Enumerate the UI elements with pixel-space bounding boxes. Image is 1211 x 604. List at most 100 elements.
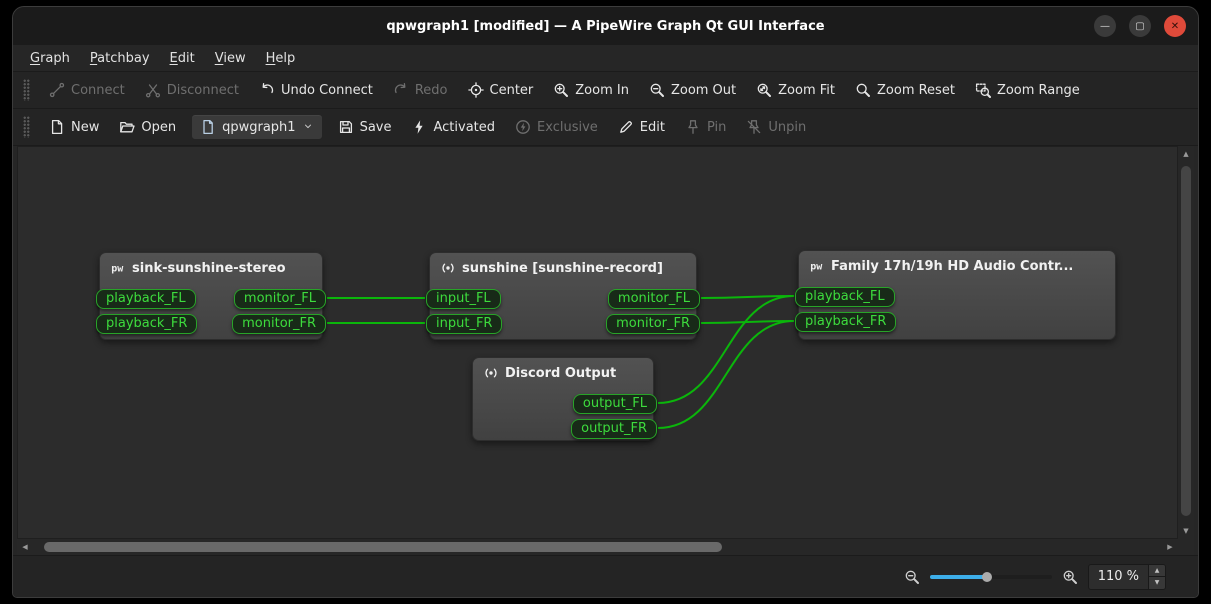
port-playback-fr[interactable]: playback_FR — [96, 314, 197, 334]
audio-app-icon — [440, 260, 456, 276]
port-output-fl[interactable]: output_FL — [573, 394, 657, 414]
button-label: Disconnect — [167, 83, 239, 98]
connect-icon — [49, 82, 65, 98]
zoom-slider[interactable] — [930, 569, 1052, 585]
zoom-value[interactable]: 110 % — [1089, 565, 1148, 589]
maximize-button[interactable]: ▢ — [1129, 15, 1151, 37]
zoom-spinbox: 110 % ▲ ▼ — [1088, 564, 1166, 590]
activated-button[interactable]: Activated — [402, 114, 504, 140]
button-label: Activated — [433, 120, 495, 135]
open-folder-icon — [119, 119, 135, 135]
button-label: Zoom Out — [671, 83, 736, 98]
zoom-fit-icon — [756, 82, 772, 98]
port-playback-fl[interactable]: playback_FL — [795, 287, 895, 307]
button-label: Center — [490, 83, 534, 98]
node-family-hd-audio[interactable]: pw Family 17h/19h HD Audio Contr... playba… — [798, 250, 1116, 340]
zoom-range-button[interactable]: Zoom Range — [966, 77, 1089, 103]
vertical-scrollbar[interactable]: ▲ ▼ — [1178, 146, 1194, 539]
pipewire-icon: pw — [110, 260, 126, 276]
port-monitor-fl[interactable]: monitor_FL — [234, 289, 326, 309]
vertical-scroll-handle[interactable] — [1181, 166, 1191, 516]
node-sunshine[interactable]: sunshine [sunshine-record]input_FLinput_… — [429, 252, 697, 340]
button-label: Save — [360, 120, 392, 135]
port-monitor-fl[interactable]: monitor_FL — [608, 289, 700, 309]
port-output-fr[interactable]: output_FR — [571, 419, 657, 439]
menu-help[interactable]: Help — [257, 48, 305, 69]
port-monitor-fr[interactable]: monitor_FR — [232, 314, 326, 334]
toolbar-grip[interactable] — [23, 79, 30, 101]
unpin-button: Unpin — [737, 114, 815, 140]
button-label: Undo Connect — [281, 83, 373, 98]
toolbar-patchbay: New Open qpwgraph1 Save Activated Exclusive Ed… — [13, 109, 1198, 146]
graph-canvas[interactable]: pwsink-sunshine-stereoplayback_FLplaybac… — [17, 146, 1178, 539]
scroll-right-icon[interactable]: ▶ — [1162, 539, 1178, 555]
close-button[interactable]: ✕ — [1164, 15, 1186, 37]
svg-text:pw: pw — [810, 262, 823, 273]
menu-view[interactable]: View — [206, 48, 255, 69]
patchbay-selector[interactable]: qpwgraph1 — [191, 114, 322, 140]
spin-down-icon[interactable]: ▼ — [1149, 577, 1165, 589]
center-icon — [468, 82, 484, 98]
spin-up-icon[interactable]: ▲ — [1149, 565, 1165, 578]
node-discord-output[interactable]: Discord Output output_FL output_FR — [472, 357, 654, 441]
button-label: Zoom Reset — [877, 83, 955, 98]
app-window: qpwgraph1 [modified] — A PipeWire Graph … — [12, 6, 1199, 598]
input-ports: input_FL input_FR — [426, 289, 502, 334]
save-button[interactable]: Save — [329, 114, 401, 140]
button-label: Open — [141, 120, 176, 135]
titlebar[interactable]: qpwgraph1 [modified] — A PipeWire Graph … — [13, 7, 1198, 45]
button-label: Connect — [71, 83, 125, 98]
center-button[interactable]: Center — [459, 77, 543, 103]
scroll-left-icon[interactable]: ◀ — [17, 539, 33, 555]
node-sink-sunshine-stereo[interactable]: pwsink-sunshine-stereoplayback_FLplaybac… — [99, 252, 323, 340]
port-monitor-fr[interactable]: monitor_FR — [606, 314, 700, 334]
node-title: Family 17h/19h HD Audio Contr... — [831, 259, 1073, 274]
port-input-fl[interactable]: input_FL — [426, 289, 501, 309]
undo-connect-button[interactable]: Undo Connect — [250, 77, 382, 103]
zoom-out-icon — [649, 82, 665, 98]
window-title: qpwgraph1 [modified] — A PipeWire Graph … — [386, 19, 824, 34]
zoom-in-button[interactable]: Zoom In — [544, 77, 638, 103]
scroll-up-icon[interactable]: ▲ — [1178, 146, 1194, 162]
minimize-button[interactable]: — — [1094, 15, 1116, 37]
exclusive-icon — [515, 119, 531, 135]
node-title: Discord Output — [505, 366, 616, 381]
port-playback-fl[interactable]: playback_FL — [96, 289, 196, 309]
horizontal-scrollbar[interactable]: ◀ ▶ — [17, 539, 1178, 555]
new-document-icon — [49, 119, 65, 135]
port-input-fr[interactable]: input_FR — [426, 314, 502, 334]
zoom-slider-fill — [930, 575, 987, 579]
zoom-out-slider-icon[interactable] — [904, 569, 920, 585]
new-button[interactable]: New — [40, 114, 108, 140]
toolbar-grip[interactable] — [23, 116, 30, 138]
connection-wire[interactable] — [701, 296, 794, 298]
edit-button[interactable]: Edit — [609, 114, 674, 140]
button-label: Edit — [640, 120, 665, 135]
open-button[interactable]: Open — [110, 114, 185, 140]
button-label: Redo — [415, 83, 448, 98]
zoom-slider-handle[interactable] — [982, 572, 992, 582]
port-playback-fr[interactable]: playback_FR — [795, 312, 896, 332]
exclusive-button: Exclusive — [506, 114, 607, 140]
output-ports: output_FL output_FR — [571, 394, 657, 439]
svg-text:pw: pw — [111, 264, 124, 275]
vertical-scroll-track[interactable] — [1178, 162, 1194, 523]
zoom-in-icon — [553, 82, 569, 98]
zoom-in-slider-icon[interactable] — [1062, 569, 1078, 585]
menu-graph[interactable]: Graph — [21, 48, 79, 69]
button-label: Zoom Range — [997, 83, 1080, 98]
zoom-reset-button[interactable]: Zoom Reset — [846, 77, 964, 103]
connection-wire[interactable] — [701, 321, 794, 323]
zoom-out-button[interactable]: Zoom Out — [640, 77, 745, 103]
save-icon — [338, 119, 354, 135]
menu-edit[interactable]: Edit — [161, 48, 204, 69]
scroll-down-icon[interactable]: ▼ — [1178, 523, 1194, 539]
zoom-fit-button[interactable]: Zoom Fit — [747, 77, 844, 103]
statusbar: 110 % ▲ ▼ — [13, 555, 1198, 597]
menubar: GraphPatchbayEditViewHelp — [13, 45, 1198, 72]
horizontal-scroll-handle[interactable] — [44, 542, 721, 552]
node-title: sunshine [sunshine-record] — [462, 261, 663, 276]
menu-patchbay[interactable]: Patchbay — [81, 48, 159, 69]
horizontal-scroll-track[interactable] — [33, 539, 1162, 555]
window-controls: — ▢ ✕ — [1094, 7, 1186, 45]
